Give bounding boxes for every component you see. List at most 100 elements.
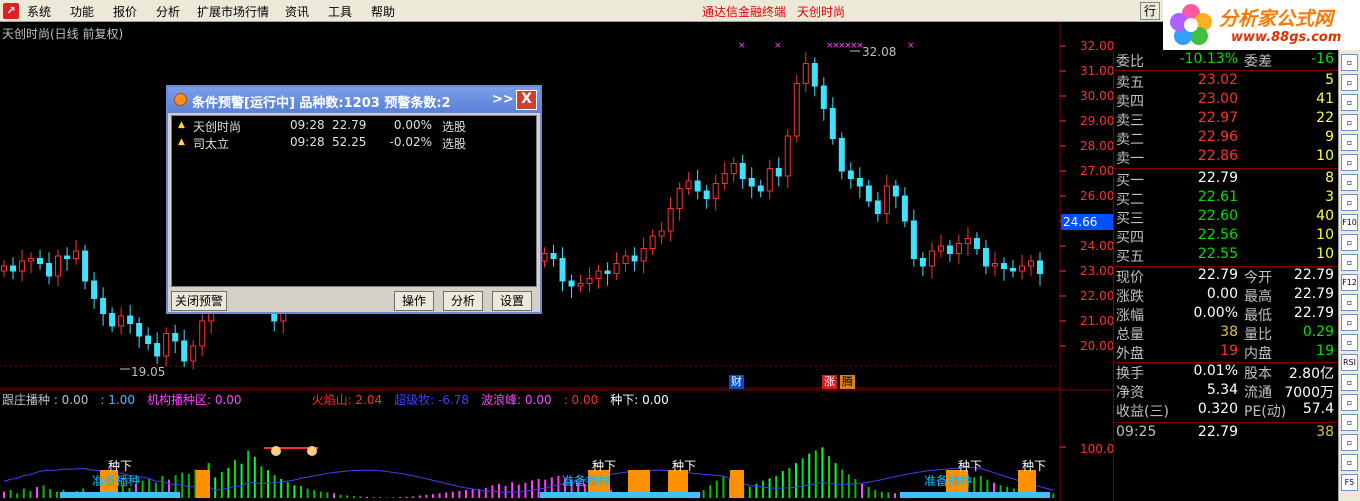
quote-mode-button[interactable]: 行: [1140, 2, 1160, 20]
legend-item: 超级牧: -6.78: [394, 393, 470, 407]
candle-body: [775, 168, 782, 177]
quote-label: 外盘: [1116, 346, 1144, 362]
candle-body: [820, 85, 827, 109]
quote-label: 卖一: [1116, 151, 1144, 167]
app-logo-icon[interactable]: ↗: [3, 3, 19, 19]
limit-up-badge[interactable]: 涨: [822, 375, 837, 389]
price-tick-label: 22.00: [1080, 289, 1115, 303]
candle-body: [748, 178, 755, 187]
candle-body: [730, 163, 737, 174]
price-tick-label: 28.00: [1080, 139, 1115, 153]
candle-body: [694, 180, 701, 192]
quote-label: 卖二: [1116, 132, 1144, 148]
toolbar-button-4[interactable]: ▫: [1341, 114, 1358, 131]
candle-body: [937, 245, 944, 252]
legend-item: 跟庄播种 : 0.00: [2, 393, 89, 407]
toolbar-button-20[interactable]: ▫: [1341, 434, 1358, 451]
quote-row: 买三 22.60 40: [1116, 208, 1338, 227]
toolbar-button-15[interactable]: ▫: [1341, 334, 1358, 351]
settings-button[interactable]: 设置: [492, 291, 532, 311]
toolbar-button-8[interactable]: ▫: [1341, 194, 1358, 211]
menu-quote[interactable]: 报价: [113, 3, 137, 20]
quote-label: 总量: [1116, 327, 1144, 343]
toolbar-button-18[interactable]: ▫: [1341, 394, 1358, 411]
toolbar-button-6[interactable]: ▫: [1341, 154, 1358, 171]
dialog-titlebar[interactable]: 条件预警[运行中] 品种数:1203 预警条数:2 >> X: [168, 87, 540, 113]
menu-analysis[interactable]: 分析: [156, 3, 180, 20]
toolbar-button-11[interactable]: ▫: [1341, 254, 1358, 271]
alert-name: 天创时尚: [193, 120, 242, 134]
quote-row: 卖四 23.00 41: [1116, 91, 1338, 110]
candle-body: [928, 250, 935, 267]
quote-row: 总量 38 量比 0.29: [1116, 324, 1338, 343]
toolbar-button-13[interactable]: ▫: [1341, 294, 1358, 311]
price-tick-label: 23.00: [1080, 264, 1115, 278]
menu-info[interactable]: 资讯: [285, 3, 309, 20]
quote-label: 内盘: [1244, 346, 1272, 362]
toolbar-button-21[interactable]: ▫: [1341, 454, 1358, 471]
expand-button[interactable]: >>: [492, 92, 514, 107]
toolbar-button-rsi[interactable]: RSI: [1341, 354, 1358, 371]
zhunbei-label: 准备播种: [92, 474, 141, 488]
candle-body: [703, 190, 710, 199]
menu-system[interactable]: 系统: [27, 3, 51, 20]
candle-body: [829, 108, 836, 139]
candle-body: [595, 270, 602, 279]
alert-row[interactable]: ▲ 司太立 09:28 52.25 -0.02% 选股: [172, 135, 538, 151]
quote-value: 23.02: [1197, 72, 1238, 88]
menu-function[interactable]: 功能: [70, 3, 94, 20]
analyze-button[interactable]: 分析: [443, 291, 483, 311]
menu-bar: ↗ 系统 功能 报价 分析 扩展市场行情 资讯 工具 帮助 通达信金融终端 天创…: [0, 0, 1360, 22]
signal-block: [730, 470, 744, 498]
menu-tools[interactable]: 工具: [328, 3, 352, 20]
toolbar-button-14[interactable]: ▫: [1341, 314, 1358, 331]
quote-value: 19: [1316, 343, 1334, 359]
candle-body: [982, 248, 989, 267]
quote-value: 7000万: [1284, 385, 1334, 401]
logo-url: www.88gs.com: [1231, 30, 1342, 45]
toolbar-button-17[interactable]: ▫: [1341, 374, 1358, 391]
candle-body: [955, 243, 962, 254]
close-alert-button[interactable]: 关闭预警: [171, 291, 227, 311]
zone-strip: [60, 492, 180, 498]
candle-body: [892, 185, 899, 197]
quote-value: 0.29: [1302, 324, 1334, 340]
quote-row: 买二 22.61 3: [1116, 189, 1338, 208]
candle-body: [586, 278, 593, 284]
candle-body: [1037, 260, 1043, 274]
candle-body: [91, 280, 98, 299]
signal-marker: ×: [774, 41, 782, 51]
toolbar-button-1[interactable]: ▫: [1341, 54, 1358, 71]
coin-icon: [271, 446, 281, 456]
high-price-label: 32.08: [862, 45, 897, 59]
quote-label: 涨跌: [1116, 289, 1144, 305]
quote-label: 流通: [1244, 385, 1272, 401]
close-button[interactable]: X: [516, 90, 537, 110]
toolbar-button-19[interactable]: ▫: [1341, 414, 1358, 431]
candle-body: [613, 263, 620, 274]
menu-extended-market[interactable]: 扩展市场行情: [197, 3, 269, 20]
candle-body: [541, 253, 548, 262]
toolbar-button-2[interactable]: ▫: [1341, 74, 1358, 91]
candle-body: [181, 340, 188, 362]
rise-badge[interactable]: 腾: [840, 375, 855, 389]
toolbar-button-5[interactable]: ▫: [1341, 134, 1358, 151]
toolbar-button-f5[interactable]: F5: [1341, 474, 1358, 491]
quote-row: 涨跌 0.00 最高 22.79: [1116, 286, 1338, 305]
candle-body: [649, 235, 656, 249]
toolbar-button-10[interactable]: ▫: [1341, 234, 1358, 251]
operate-button[interactable]: 操作: [394, 291, 434, 311]
quote-value: 10: [1316, 227, 1334, 243]
toolbar-button-f10[interactable]: F10: [1341, 214, 1358, 231]
alert-row[interactable]: ▲ 天创时尚 09:28 22.79 0.00% 选股: [172, 118, 538, 134]
toolbar-button-f12[interactable]: F12: [1341, 274, 1358, 291]
alert-type: 选股: [442, 120, 467, 134]
toolbar-button-7[interactable]: ▫: [1341, 174, 1358, 191]
candle-body: [622, 255, 629, 264]
quote-value: 8: [1325, 170, 1334, 186]
toolbar-button-3[interactable]: ▫: [1341, 94, 1358, 111]
candle-body: [721, 173, 728, 184]
menu-help[interactable]: 帮助: [371, 3, 395, 20]
finance-badge[interactable]: 财: [729, 375, 744, 389]
quote-row: 09:25 22.79 38: [1116, 424, 1338, 443]
